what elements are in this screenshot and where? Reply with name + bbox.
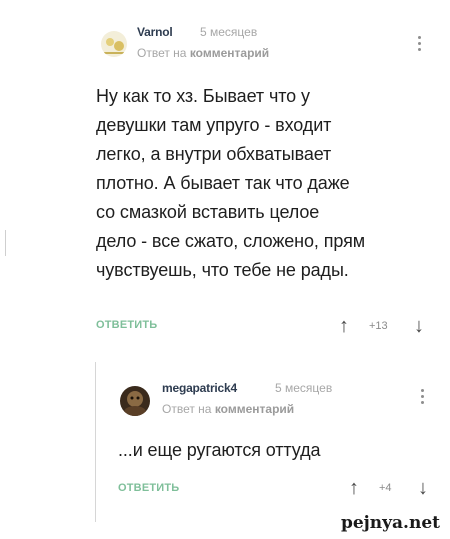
down-arrow-icon[interactable]: ↓: [418, 478, 428, 498]
vote-score: +13: [369, 320, 388, 332]
vote-score: +4: [379, 482, 392, 494]
reply-button[interactable]: ОТВЕТИТЬ: [96, 319, 157, 331]
comment-thread: Varnol 5 месяцев Ответ на комментарий Ну…: [0, 0, 450, 539]
down-arrow-icon[interactable]: ↓: [414, 316, 424, 336]
reply-to-line: Ответ на комментарий: [162, 402, 294, 416]
comment-body: Ну как то хз. Бывает что у девушки там у…: [96, 86, 366, 280]
more-options-icon[interactable]: [419, 389, 425, 411]
reply-to-prefix: Ответ на: [137, 46, 187, 60]
comment-body: ...и еще ругаются оттуда: [118, 440, 321, 460]
comment-username[interactable]: megapatrick4: [162, 381, 237, 395]
avatar[interactable]: [120, 386, 150, 416]
avatar[interactable]: [101, 31, 127, 57]
comment-time: 5 месяцев: [275, 381, 333, 395]
reply-to-link[interactable]: комментарий: [215, 402, 294, 416]
reply-to-link[interactable]: комментарий: [190, 46, 269, 60]
more-options-icon[interactable]: [416, 36, 422, 58]
reply-button[interactable]: ОТВЕТИТЬ: [118, 482, 179, 494]
comment-time: 5 месяцев: [200, 25, 258, 39]
up-arrow-icon[interactable]: ↑: [339, 316, 349, 336]
reply-to-line: Ответ на комментарий: [137, 46, 269, 60]
up-arrow-icon[interactable]: ↑: [349, 478, 359, 498]
comment-username[interactable]: Varnol: [137, 25, 173, 39]
thread-edge-line: [5, 230, 6, 256]
nested-reply-line: [95, 362, 96, 522]
reply-to-prefix: Ответ на: [162, 402, 212, 416]
avatar-image: [101, 31, 127, 57]
site-watermark: pejnya.net: [338, 513, 442, 533]
avatar-image: [120, 386, 150, 416]
